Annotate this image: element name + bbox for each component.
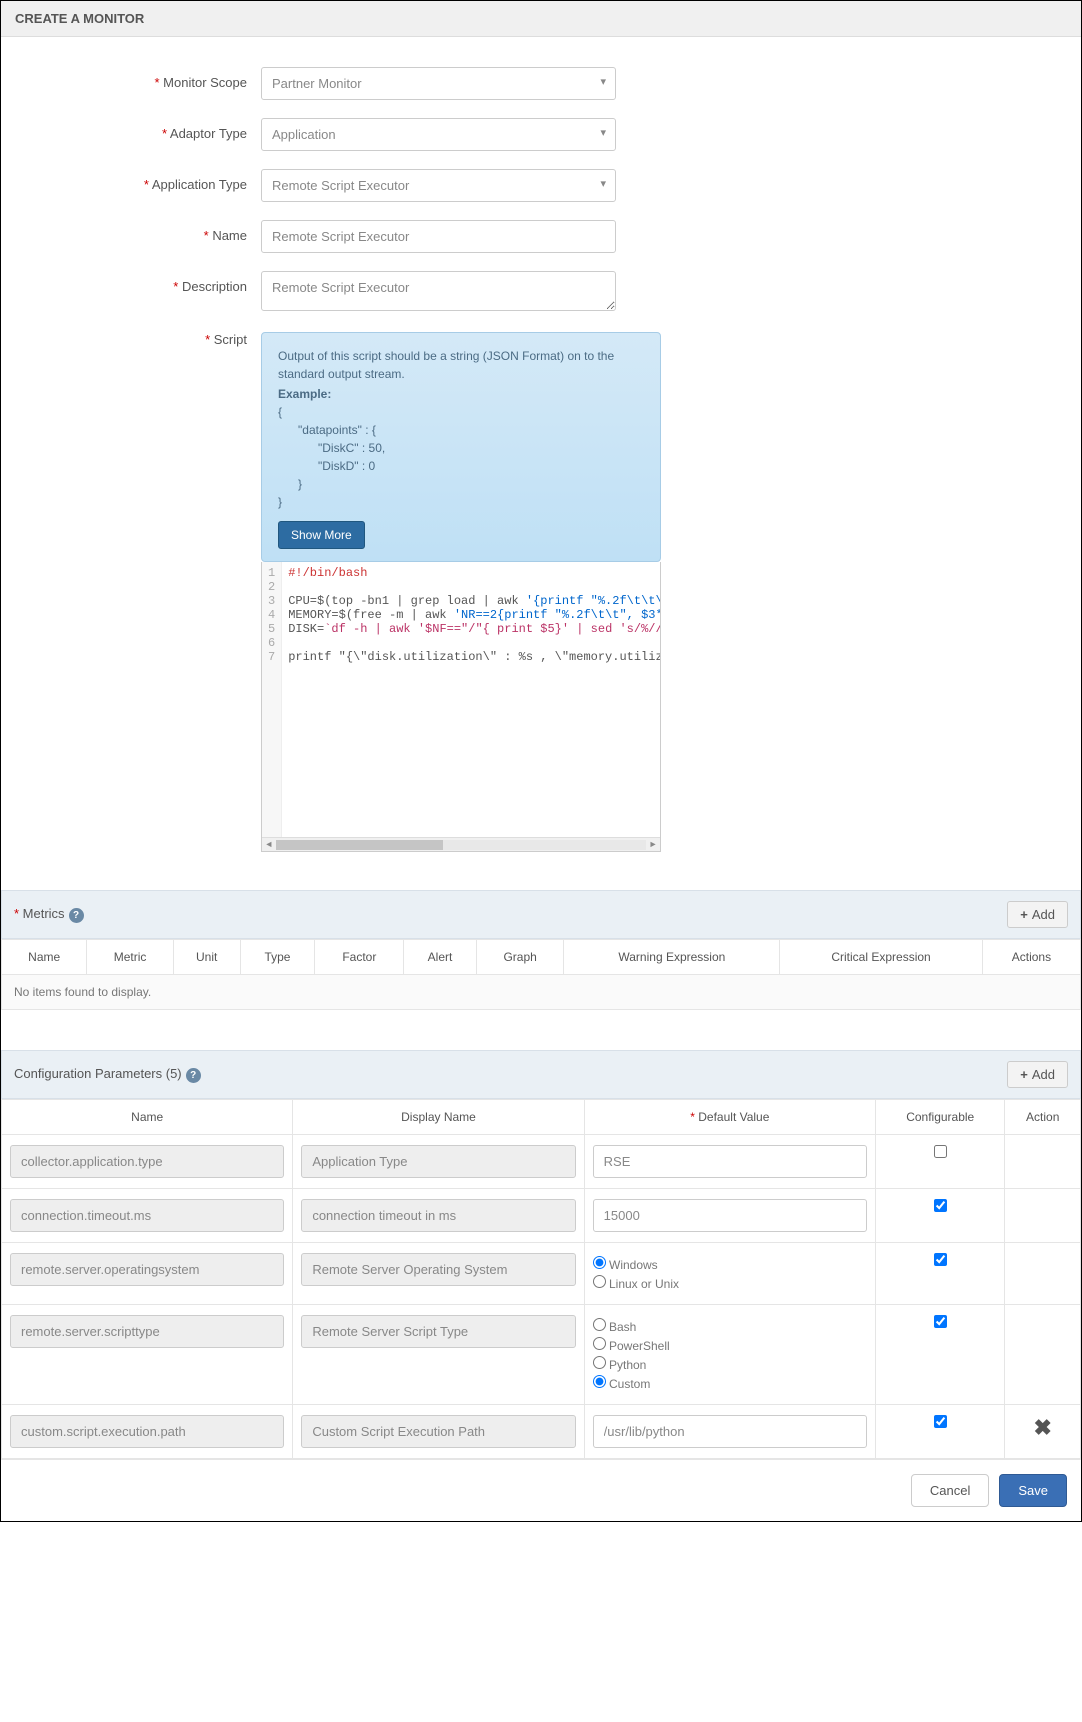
configurable-checkbox[interactable]	[934, 1253, 947, 1266]
page-title: CREATE A MONITOR	[1, 1, 1081, 37]
adaptor-type-label: * Adaptor Type	[21, 118, 261, 141]
config-table: Name Display Name * Default Value Config…	[1, 1099, 1081, 1459]
form-area: * Monitor Scope Partner Monitor * Adapto…	[1, 37, 1081, 890]
config-header: Configuration Parameters (5)? +Add	[1, 1050, 1081, 1099]
config-name-field	[10, 1145, 284, 1178]
metrics-title: Metrics	[23, 906, 65, 921]
metrics-col: Warning Expression	[564, 940, 780, 975]
adaptor-type-select[interactable]: Application	[261, 118, 616, 151]
config-row: Bash PowerShell Python Custom	[2, 1305, 1081, 1405]
metrics-empty-text: No items found to display.	[1, 975, 1081, 1010]
script-editor[interactable]: 1234567 #!/bin/bash CPU=$(top -bn1 | gre…	[261, 562, 661, 852]
config-radio[interactable]	[593, 1375, 606, 1388]
plus-icon: +	[1020, 907, 1028, 922]
remove-row-button[interactable]: ✖	[1005, 1405, 1081, 1459]
description-label: * Description	[21, 271, 261, 294]
configurable-checkbox[interactable]	[934, 1415, 947, 1428]
config-value-field[interactable]	[593, 1145, 867, 1178]
add-metric-button[interactable]: +Add	[1007, 901, 1068, 928]
metrics-col: Metric	[87, 940, 173, 975]
config-value-field[interactable]	[593, 1199, 867, 1232]
col-name: Name	[2, 1100, 293, 1135]
code-lines[interactable]: #!/bin/bash CPU=$(top -bn1 | grep load |…	[282, 562, 660, 837]
show-more-button[interactable]: Show More	[278, 521, 365, 549]
metrics-col: Factor	[315, 940, 404, 975]
config-title: Configuration Parameters (5)	[14, 1066, 182, 1081]
script-label: * Script	[21, 332, 261, 347]
metrics-col: Unit	[173, 940, 240, 975]
config-display-field	[301, 1253, 575, 1286]
config-row: ✖	[2, 1405, 1081, 1459]
name-field[interactable]	[261, 220, 616, 253]
scroll-left-icon[interactable]: ◄	[262, 840, 276, 850]
add-config-button[interactable]: +Add	[1007, 1061, 1068, 1088]
config-radio[interactable]	[593, 1256, 606, 1269]
config-display-field	[301, 1199, 575, 1232]
config-display-field	[301, 1315, 575, 1348]
config-radio[interactable]	[593, 1337, 606, 1350]
configurable-checkbox[interactable]	[934, 1145, 947, 1158]
help-icon[interactable]: ?	[69, 908, 84, 923]
config-radio[interactable]	[593, 1318, 606, 1331]
config-row: Windows Linux or Unix	[2, 1243, 1081, 1305]
config-row	[2, 1189, 1081, 1243]
help-icon[interactable]: ?	[186, 1068, 201, 1083]
config-row	[2, 1135, 1081, 1189]
save-button[interactable]: Save	[999, 1474, 1067, 1507]
config-name-field	[10, 1415, 284, 1448]
col-action: Action	[1005, 1100, 1081, 1135]
metrics-col: Type	[240, 940, 315, 975]
metrics-col: Alert	[404, 940, 477, 975]
footer: Cancel Save	[1, 1459, 1081, 1521]
application-type-label: * Application Type	[21, 169, 261, 192]
col-display: Display Name	[293, 1100, 584, 1135]
config-display-field	[301, 1145, 575, 1178]
plus-icon: +	[1020, 1067, 1028, 1082]
config-value-field[interactable]	[593, 1415, 867, 1448]
description-field[interactable]: Remote Script Executor	[261, 271, 616, 311]
monitor-scope-label: * Monitor Scope	[21, 67, 261, 90]
action-cell	[1005, 1243, 1081, 1305]
config-radio[interactable]	[593, 1275, 606, 1288]
metrics-col: Actions	[982, 940, 1080, 975]
col-configurable: Configurable	[875, 1100, 1004, 1135]
application-type-select[interactable]: Remote Script Executor	[261, 169, 616, 202]
configurable-checkbox[interactable]	[934, 1199, 947, 1212]
script-example-body: { "datapoints" : { "DiskC" : 50, "DiskD"…	[278, 403, 644, 511]
col-default: * Default Value	[584, 1100, 875, 1135]
action-cell	[1005, 1305, 1081, 1405]
scroll-thumb[interactable]	[276, 840, 443, 850]
metrics-col: Graph	[476, 940, 564, 975]
config-display-field	[301, 1415, 575, 1448]
metrics-table: NameMetricUnitTypeFactorAlertGraphWarnin…	[1, 939, 1081, 975]
metrics-col: Critical Expression	[780, 940, 983, 975]
horizontal-scrollbar[interactable]: ◄ ►	[262, 837, 660, 851]
code-gutter: 1234567	[262, 562, 282, 837]
config-name-field	[10, 1199, 284, 1232]
script-info-box: Output of this script should be a string…	[261, 332, 661, 562]
metrics-col: Name	[2, 940, 87, 975]
action-cell	[1005, 1189, 1081, 1243]
metrics-header: * Metrics? +Add	[1, 890, 1081, 939]
name-label: * Name	[21, 220, 261, 243]
monitor-scope-select[interactable]: Partner Monitor	[261, 67, 616, 100]
action-cell	[1005, 1135, 1081, 1189]
script-example-label: Example:	[278, 385, 644, 403]
scroll-right-icon[interactable]: ►	[646, 840, 660, 850]
script-info-text: Output of this script should be a string…	[278, 347, 644, 383]
cancel-button[interactable]: Cancel	[911, 1474, 989, 1507]
config-radio[interactable]	[593, 1356, 606, 1369]
config-name-field	[10, 1315, 284, 1348]
config-name-field	[10, 1253, 284, 1286]
configurable-checkbox[interactable]	[934, 1315, 947, 1328]
